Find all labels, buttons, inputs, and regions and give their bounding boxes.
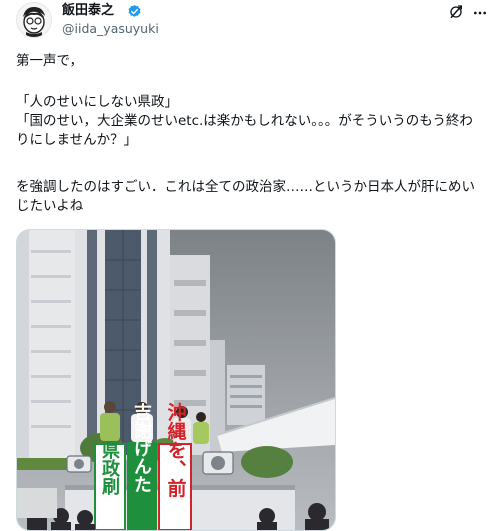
- campaign-rally-photo: 県政刷 吉謝げんた 沖縄を、前: [17, 230, 335, 530]
- tweet-header: 飯田泰之 @iida_yasuyuki: [16, 0, 486, 44]
- banner-left-text: 県政刷: [100, 441, 120, 495]
- author-avatar[interactable]: [16, 2, 52, 38]
- banner-mid-text: 吉謝げんた: [132, 402, 152, 493]
- author-display-name[interactable]: 飯田泰之: [62, 3, 114, 19]
- author-handle[interactable]: @iida_yasuyuki: [62, 21, 159, 37]
- tweet-line-1: 第一声で，: [16, 53, 83, 69]
- tweet-line-3: 「国のせい，大企業のせいetc.は楽かもしれない。。。がそういうのもう終わりにし…: [16, 113, 473, 148]
- verified-badge-icon: [128, 4, 141, 17]
- caricature-avatar-icon: [17, 3, 51, 37]
- more-dots-icon[interactable]: [472, 5, 488, 21]
- tweet-line-2: 「人のせいにしない県政」: [16, 94, 178, 110]
- tweet-photo[interactable]: 県政刷 吉謝げんた 沖縄を、前: [16, 229, 336, 531]
- banner-right-text: 沖縄を、前: [165, 401, 187, 497]
- tweet-line-4: を強調したのはすごい．これは全ての政治家……というか日本人が肝にめいじたいよね: [16, 179, 475, 214]
- grok-icon[interactable]: [448, 4, 464, 20]
